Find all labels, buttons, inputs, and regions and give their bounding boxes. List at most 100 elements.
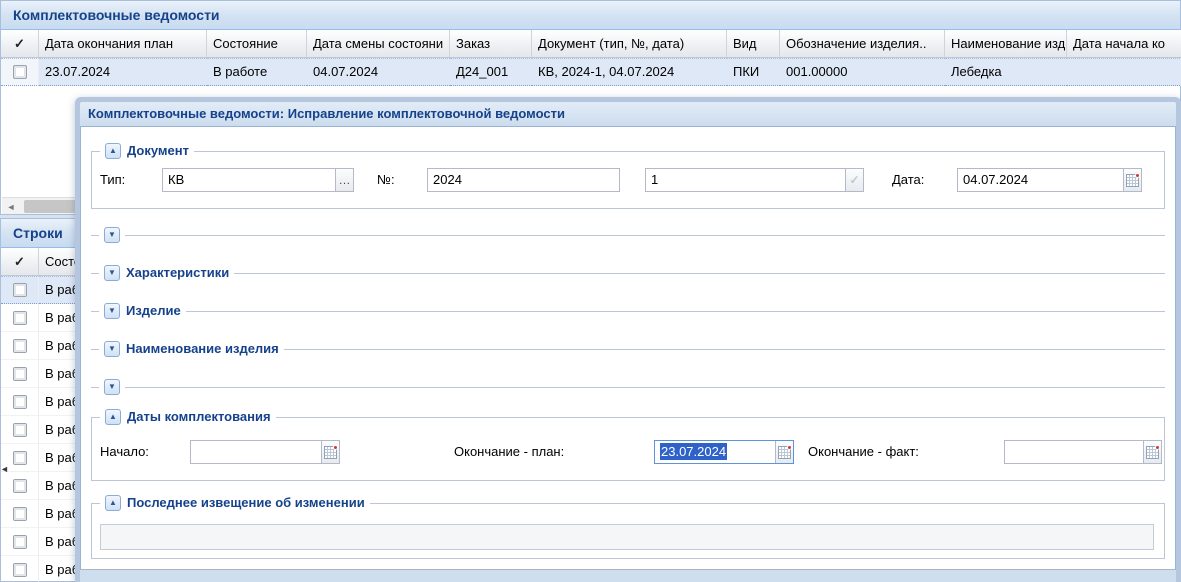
calendar-icon (778, 446, 791, 459)
fieldset-document: ▲ Документ Тип: КВ … №: 2024 1 ✓ Дата: 0… (91, 151, 1165, 209)
ellipsis-icon: … (339, 175, 351, 185)
fieldset-collapsed-2: ▼ (91, 377, 1165, 397)
expand-toggle-icon[interactable]: ▼ (104, 341, 120, 357)
date-trigger-button[interactable] (775, 441, 793, 463)
line-checkbox-cell[interactable] (1, 304, 39, 332)
cell-product-name[interactable]: Лебедка (945, 58, 1067, 86)
line-checkbox[interactable] (13, 507, 27, 521)
line-checkbox[interactable] (13, 479, 27, 493)
fieldset-dates: ▲ Даты комплектования Начало: Окончание … (91, 417, 1165, 481)
row-checkbox-cell[interactable] (1, 58, 39, 86)
dialog-title[interactable]: Комплектовочные ведомости: Исправление к… (80, 102, 1176, 126)
column-header-state-change-date[interactable]: Дата смены состояни (307, 30, 450, 58)
start-date-field[interactable] (190, 440, 340, 464)
line-checkbox[interactable] (13, 535, 27, 549)
line-checkbox-cell[interactable] (1, 528, 39, 556)
collapse-toggle-icon[interactable]: ▲ (105, 495, 121, 511)
end-fact-field[interactable] (1004, 440, 1162, 464)
line-checkbox-cell[interactable] (1, 276, 39, 304)
picking-lists-grid-header: ✓ Дата окончания план Состояние Дата сме… (1, 30, 1180, 58)
column-header-kind[interactable]: Вид (727, 30, 780, 58)
cell-state-change-date[interactable]: 04.07.2024 (307, 58, 450, 86)
cell-order[interactable]: Д24_001 (450, 58, 532, 86)
expand-toggle-icon[interactable]: ▼ (104, 265, 120, 281)
column-header-end-date-plan[interactable]: Дата окончания план (39, 30, 207, 58)
expand-toggle-icon[interactable]: ▼ (104, 227, 120, 243)
calendar-icon (1126, 174, 1139, 187)
picking-lists-panel-title: Комплектовочные ведомости (1, 1, 1180, 30)
line-checkbox-cell[interactable] (1, 500, 39, 528)
scroll-left-icon: ◄ (7, 202, 16, 212)
fieldset-product-name: ▼ Наименование изделия (91, 339, 1165, 359)
panel-collapse-handle[interactable]: ◄ (0, 462, 9, 476)
line-checkbox[interactable] (13, 423, 27, 437)
collapse-toggle-icon[interactable]: ▲ (105, 143, 121, 159)
check-icon: ✓ (14, 30, 25, 57)
line-checkbox[interactable] (13, 283, 27, 297)
cell-product-code[interactable]: 001.00000 (780, 58, 945, 86)
line-checkbox[interactable] (13, 395, 27, 409)
expand-toggle-icon[interactable]: ▼ (104, 303, 120, 319)
row-checkbox[interactable] (13, 65, 27, 79)
picking-list-row[interactable]: 23.07.2024 В работе 04.07.2024 Д24_001 К… (1, 58, 1180, 86)
check-icon: ✓ (14, 248, 25, 275)
calendar-icon (324, 446, 337, 459)
cell-start-date[interactable] (1067, 58, 1181, 86)
number-label: №: (377, 168, 395, 192)
column-header-order[interactable]: Заказ (450, 30, 532, 58)
date-field[interactable]: 04.07.2024 (957, 168, 1142, 192)
column-header-document[interactable]: Документ (тип, №, дата) (532, 30, 727, 58)
fieldset-product-label: Изделие (126, 303, 181, 319)
line-checkbox-cell[interactable] (1, 472, 39, 500)
fieldset-notice: ▲ Последнее извещение об изменении (91, 503, 1165, 559)
check-icon: ✓ (849, 175, 859, 185)
start-date-label: Начало: (100, 440, 149, 464)
cell-document[interactable]: КВ, 2024-1, 04.07.2024 (532, 58, 727, 86)
line-checkbox[interactable] (13, 367, 27, 381)
line-checkbox-cell[interactable] (1, 360, 39, 388)
date-trigger-button[interactable] (1123, 169, 1141, 191)
scroll-left-button[interactable]: ◄ (2, 198, 20, 215)
end-plan-label: Окончание - план: (454, 440, 564, 464)
end-plan-field[interactable]: 23.07.2024 (654, 440, 794, 464)
fieldset-dates-label: Даты комплектования (127, 409, 271, 425)
selected-text: 23.07.2024 (660, 443, 727, 460)
fieldset-collapsed-1: ▼ (91, 225, 1165, 245)
column-header-state[interactable]: Состояние (207, 30, 307, 58)
select-all-column-header[interactable]: ✓ (1, 30, 39, 58)
confirm-trigger-button[interactable]: ✓ (845, 169, 863, 191)
line-checkbox[interactable] (13, 339, 27, 353)
column-header-start-date[interactable]: Дата начала ко (1067, 30, 1181, 58)
line-checkbox-cell[interactable] (1, 388, 39, 416)
line-checkbox[interactable] (13, 451, 27, 465)
line-checkbox[interactable] (13, 563, 27, 577)
fieldset-product: ▼ Изделие (91, 301, 1165, 321)
collapse-left-icon: ◄ (0, 464, 9, 474)
collapse-toggle-icon[interactable]: ▲ (105, 409, 121, 425)
fieldset-characteristics-label: Характеристики (126, 265, 229, 281)
fieldset-notice-label: Последнее извещение об изменении (127, 495, 365, 511)
date-trigger-button[interactable] (1143, 441, 1161, 463)
lines-select-all-header[interactable]: ✓ (1, 248, 39, 276)
line-checkbox-cell[interactable] (1, 416, 39, 444)
end-fact-label: Окончание - факт: (808, 440, 919, 464)
calendar-icon (1146, 446, 1159, 459)
lookup-trigger-button[interactable]: … (335, 169, 353, 191)
number2-field[interactable]: 1 ✓ (645, 168, 864, 192)
column-header-product-name[interactable]: Наименование изд (945, 30, 1067, 58)
line-checkbox-cell[interactable] (1, 332, 39, 360)
date-trigger-button[interactable] (321, 441, 339, 463)
type-field[interactable]: КВ … (162, 168, 354, 192)
column-header-product-code[interactable]: Обозначение изделия.. (780, 30, 945, 58)
cell-state[interactable]: В работе (207, 58, 307, 86)
line-checkbox-cell[interactable] (1, 556, 39, 582)
type-label: Тип: (100, 168, 125, 192)
cell-kind[interactable]: ПКИ (727, 58, 780, 86)
notice-field (100, 524, 1154, 550)
line-checkbox[interactable] (13, 311, 27, 325)
dialog-body: ▲ Документ Тип: КВ … №: 2024 1 ✓ Дата: 0… (80, 126, 1176, 570)
number-field[interactable]: 2024 (427, 168, 620, 192)
expand-toggle-icon[interactable]: ▼ (104, 379, 120, 395)
cell-end-date-plan[interactable]: 23.07.2024 (39, 58, 207, 86)
fieldset-characteristics: ▼ Характеристики (91, 263, 1165, 283)
